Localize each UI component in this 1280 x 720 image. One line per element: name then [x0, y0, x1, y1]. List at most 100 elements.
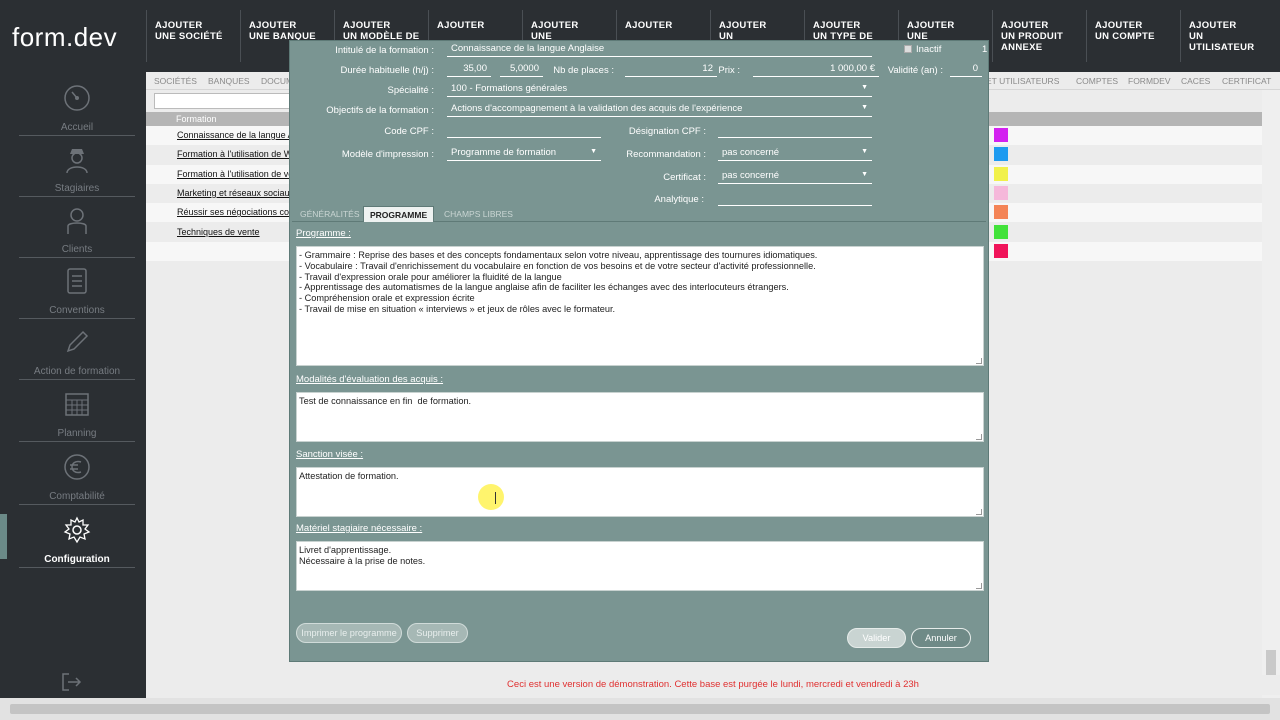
resize-handle[interactable] — [976, 583, 982, 589]
subtab-right-4[interactable]: CERTIFICAT — [1222, 76, 1271, 86]
color-swatch — [994, 205, 1008, 220]
text-cursor-icon — [495, 492, 497, 504]
objectifs-select[interactable]: Actions d'accompagnement à la validation… — [447, 102, 872, 117]
topnav-add-item-11[interactable]: AJOUTER UN UTILISATEUR — [1180, 10, 1280, 62]
subtab-right-1[interactable]: COMPTES — [1076, 76, 1118, 86]
programme-title: Programme : — [296, 228, 351, 239]
subtab-right-0[interactable]: ET UTILISATEURS — [986, 76, 1059, 86]
tab-champs-libres[interactable]: CHAMPS LIBRES — [438, 206, 519, 222]
inactif-label: Inactif — [916, 44, 942, 55]
specialite-label: Spécialité : — [387, 85, 434, 96]
formation-link[interactable]: Marketing et réseaux sociaux — [177, 188, 289, 198]
color-swatch — [994, 147, 1008, 162]
sidebar-item-label: Conventions — [49, 305, 105, 316]
topnav-label: AJOUTER — [1095, 20, 1143, 31]
topnav-label: AJOUTER — [249, 20, 297, 31]
tab-programme[interactable]: PROGRAMME — [363, 206, 435, 222]
topnav-add-item-0[interactable]: AJOUTER UNE SOCIÉTÉ — [146, 10, 240, 62]
sidebar-item-label: Accueil — [60, 122, 94, 133]
chevron-down-icon: ▼ — [861, 148, 868, 155]
sidebar-item-4[interactable]: Action de formation — [19, 324, 135, 380]
subtab-right-3[interactable]: CACES — [1181, 76, 1210, 86]
topnav-label: AJOUTER — [155, 20, 203, 31]
sidebar-item-2[interactable]: Clients — [19, 202, 135, 258]
recommandation-label: Recommandation : — [626, 149, 706, 160]
materiel-title: Matériel stagiaire nécessaire : — [296, 523, 423, 534]
inactif-checkbox[interactable] — [904, 45, 912, 53]
topnav-label: AJOUTER — [719, 20, 767, 31]
formation-link[interactable]: Techniques de vente — [177, 227, 289, 237]
logout-icon[interactable] — [60, 672, 84, 692]
delete-button[interactable]: Supprimer — [407, 623, 468, 643]
formation-link[interactable]: Formation à l'utilisation de Word — [177, 149, 289, 159]
filter-input[interactable] — [154, 93, 294, 109]
resize-handle[interactable] — [976, 509, 982, 515]
formation-link[interactable]: Connaissance de la langue Anglaise — [177, 130, 289, 140]
sidebar-item-6[interactable]: Comptabilité — [19, 449, 135, 505]
topnav-label: ANNEXE — [1001, 42, 1043, 53]
formation-link[interactable]: Formation à l'utilisation de vente — [177, 169, 289, 179]
resize-handle[interactable] — [976, 434, 982, 440]
nb-places-label: Nb de places : — [553, 65, 614, 76]
certificat-label: Certificat : — [663, 172, 706, 183]
gear-icon — [63, 516, 91, 544]
chevron-down-icon: ▼ — [861, 104, 868, 111]
modalites-title: Modalités d'évaluation des acquis : — [296, 374, 444, 385]
print-programme-button[interactable]: Imprimer le programme — [296, 623, 402, 643]
color-swatch — [994, 128, 1008, 142]
intitule-field[interactable]: Connaissance de la langue Anglaise — [447, 42, 872, 57]
sidebar-item-0[interactable]: Accueil — [19, 80, 135, 136]
form-tabs: GÉNÉRALITÉS PROGRAMME CHAMPS LIBRES — [292, 206, 986, 222]
clipped-value: 1 — [982, 44, 988, 55]
user-tie-icon — [63, 145, 91, 174]
app-logo[interactable]: form.dev — [12, 22, 117, 53]
sidebar-item-label: Planning — [57, 428, 97, 439]
sidebar-item-7[interactable]: Configuration — [19, 512, 135, 568]
topnav-label: AJOUTER — [907, 20, 955, 31]
cancel-button[interactable]: Annuler — [911, 628, 971, 648]
prix-field[interactable]: 1 000,00 € — [753, 62, 879, 77]
subtab-left-1[interactable]: BANQUES — [208, 76, 250, 86]
modalites-textarea[interactable]: Test de connaissance en fin de formation… — [296, 392, 984, 442]
analytique-field[interactable] — [718, 191, 872, 206]
chevron-down-icon: ▼ — [590, 148, 597, 155]
duree-jours-field[interactable]: 5,0000 — [500, 62, 543, 77]
sidebar-item-3[interactable]: Conventions — [19, 263, 135, 319]
tab-generalites[interactable]: GÉNÉRALITÉS — [294, 206, 366, 222]
sidebar-item-1[interactable]: Stagiaires — [19, 141, 135, 197]
certificat-select[interactable]: pas concerné ▼ — [718, 169, 872, 184]
modele-select[interactable]: Programme de formation ▼ — [447, 146, 601, 161]
resize-handle[interactable] — [976, 358, 982, 364]
footer: Ceci est une version de démonstration. C… — [146, 675, 1280, 695]
validate-button[interactable]: Valider — [847, 628, 906, 648]
column-formation: Formation — [176, 114, 217, 124]
topnav-label: AJOUTER — [437, 20, 485, 31]
nb-places-field[interactable]: 12 — [625, 62, 717, 77]
designation-cpf-field[interactable] — [718, 123, 872, 138]
color-swatch — [994, 243, 1008, 258]
euro-icon — [63, 453, 91, 481]
code-cpf-field[interactable] — [447, 123, 601, 138]
demo-message: Ceci est une version de démonstration. C… — [507, 679, 919, 690]
programme-textarea[interactable]: - Grammaire : Reprise des bases et des c… — [296, 246, 984, 366]
code-cpf-label: Code CPF : — [384, 126, 434, 137]
specialite-select[interactable]: 100 - Formations générales ▼ — [447, 82, 872, 97]
vertical-scrollbar[interactable] — [1262, 90, 1280, 698]
validite-field[interactable]: 0 — [950, 62, 982, 77]
objectifs-label: Objectifs de la formation : — [326, 105, 434, 116]
recommandation-select[interactable]: pas concerné ▼ — [718, 146, 872, 161]
subtab-left-0[interactable]: SOCIÉTÉS — [154, 76, 197, 86]
formation-link[interactable]: Réussir ses négociations commerciales — [177, 207, 289, 217]
color-swatch — [994, 185, 1008, 200]
topnav-add-item-10[interactable]: AJOUTER UN COMPTE — [1086, 10, 1180, 62]
sanction-textarea[interactable]: Attestation de formation. — [296, 467, 984, 517]
materiel-textarea[interactable]: Livret d'apprentissage. Nécessaire à la … — [296, 541, 984, 591]
hscroll-thumb[interactable] — [10, 704, 1270, 714]
subtab-right-2[interactable]: FORMDEV — [1128, 76, 1171, 86]
sidebar-item-5[interactable]: Planning — [19, 386, 135, 442]
duree-label: Durée habituelle (h/j) : — [340, 65, 434, 76]
horizontal-scrollbar[interactable] — [0, 698, 1280, 720]
topnav-add-item-9[interactable]: AJOUTER UN PRODUIT ANNEXE — [992, 10, 1086, 62]
topnav-label: AJOUTER — [1001, 20, 1049, 31]
duree-heures-field[interactable]: 35,00 — [447, 62, 491, 77]
